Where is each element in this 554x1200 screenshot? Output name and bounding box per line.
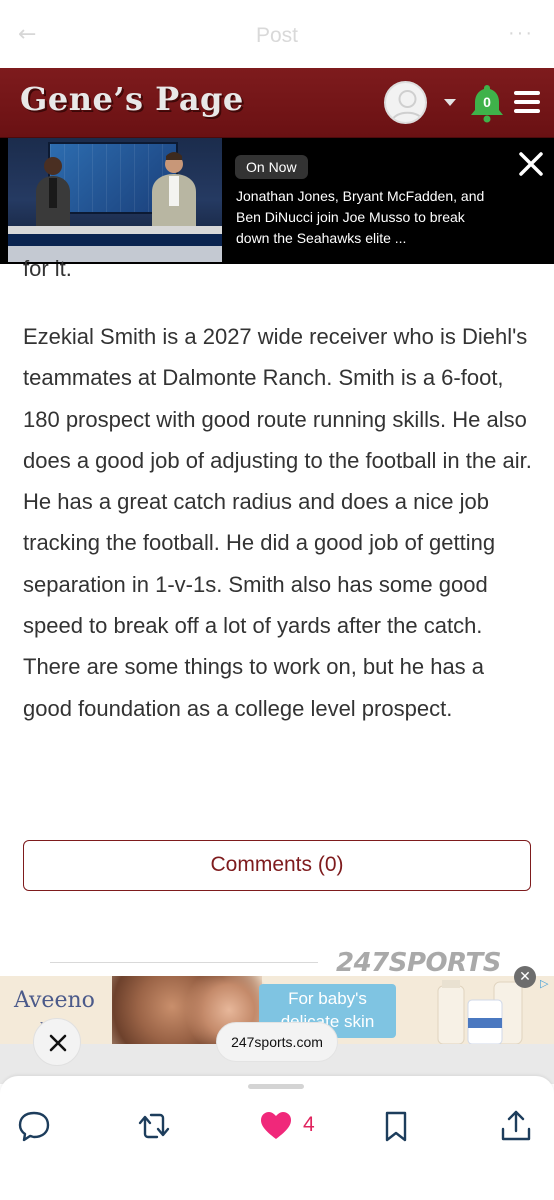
ad-brand: Aveeno <box>14 988 95 1013</box>
video-thumbnail[interactable] <box>8 138 222 262</box>
site-header: Gene’s Page 0 <box>0 68 554 138</box>
reply-icon[interactable] <box>16 1108 52 1144</box>
divider <box>50 962 318 963</box>
repost-icon[interactable] <box>136 1108 172 1144</box>
video-banner[interactable]: On Now Jonathan Jones, Bryant McFadden, … <box>0 138 554 264</box>
ad-choices-icon[interactable]: ▷ <box>540 977 548 990</box>
bookmark-icon[interactable] <box>378 1108 414 1144</box>
url-pill[interactable]: 247sports.com <box>216 1022 338 1062</box>
user-avatar[interactable] <box>384 81 427 124</box>
app-top-bar: ← Post ··· <box>0 0 554 68</box>
close-browser-button[interactable] <box>33 1018 81 1066</box>
comments-button[interactable]: Comments (0) <box>23 840 531 891</box>
ad-close-icon[interactable]: ✕ <box>514 966 536 988</box>
247sports-logo[interactable]: 247SPORTS <box>336 948 501 978</box>
drag-handle[interactable] <box>248 1084 304 1089</box>
on-now-badge: On Now <box>235 155 308 179</box>
more-dots-icon[interactable]: ··· <box>508 22 534 45</box>
article-partial-line: for it. <box>23 256 72 281</box>
tv-ticker <box>8 234 222 246</box>
post-action-bar: 4 <box>0 1076 554 1200</box>
like-count: 4 <box>303 1113 315 1136</box>
site-logo[interactable]: Gene’s Page <box>20 80 244 118</box>
user-avatar-icon <box>391 90 424 122</box>
close-icon <box>49 1034 67 1052</box>
menu-icon[interactable] <box>514 91 540 113</box>
article-paragraph: Ezekial Smith is a 2027 wide receiver wh… <box>23 324 532 721</box>
notification-count: 0 <box>483 94 491 110</box>
video-description[interactable]: Jonathan Jones, Bryant McFadden, and Ben… <box>236 186 494 249</box>
ad-headline-line1: For baby's <box>288 989 367 1008</box>
chevron-down-icon[interactable] <box>444 99 456 106</box>
share-icon[interactable] <box>498 1108 534 1144</box>
close-icon[interactable] <box>515 148 547 180</box>
heart-icon[interactable] <box>258 1108 294 1144</box>
page-title: Post <box>255 24 299 47</box>
